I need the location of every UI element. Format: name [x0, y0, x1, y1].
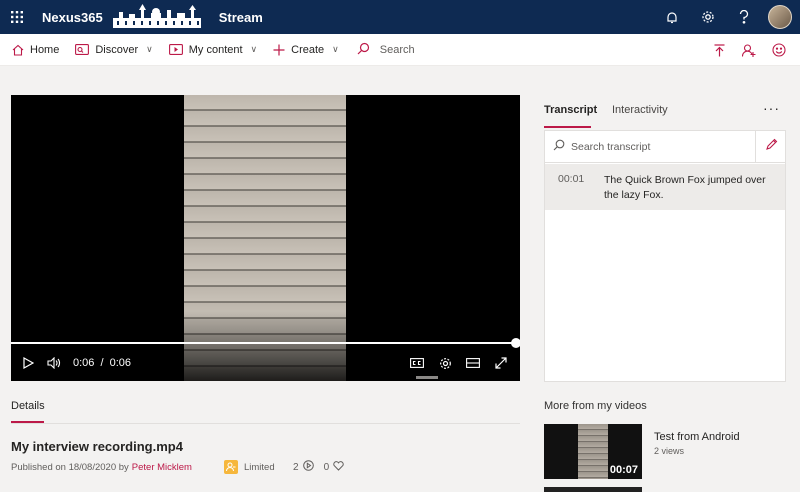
- current-time: 0:06: [73, 357, 95, 369]
- video-thumbnail[interactable]: [544, 487, 642, 492]
- chevron-down-icon: ∨: [332, 44, 339, 54]
- transcript-search-placeholder: Search transcript: [571, 140, 651, 153]
- related-video-views: 2 views: [654, 446, 685, 456]
- published-text: Published on 18/08/2020 by: [11, 461, 129, 473]
- time-display: 0:06 / 0:06: [73, 357, 131, 369]
- bell-icon[interactable]: [654, 0, 690, 34]
- tab-transcript-indicator: [544, 126, 591, 128]
- tab-transcript[interactable]: Transcript: [544, 104, 597, 116]
- discover-icon: [75, 44, 90, 55]
- permission-label: Limited: [244, 461, 275, 473]
- nav-home-label: Home: [30, 43, 60, 56]
- thumbnail-image: [578, 424, 608, 479]
- video-player[interactable]: 0:06 / 0:06: [11, 95, 520, 381]
- fullscreen-icon[interactable]: [488, 357, 514, 369]
- product-name[interactable]: Stream: [219, 10, 263, 25]
- chevron-down-icon: ∨: [146, 44, 153, 54]
- invite-user-icon[interactable]: [734, 43, 764, 57]
- video-thumbnail[interactable]: 00:07: [544, 424, 642, 479]
- side-panel: Transcript Interactivity ··· Search tran…: [544, 95, 786, 382]
- my-content-icon: [168, 44, 183, 55]
- more-options-icon[interactable]: ···: [763, 100, 780, 116]
- nav-create-label: Create: [291, 43, 325, 56]
- home-icon: [12, 44, 24, 56]
- permission-status[interactable]: Limited: [224, 460, 275, 474]
- author-link[interactable]: Peter Micklem: [132, 462, 192, 473]
- volume-icon[interactable]: [41, 357, 67, 369]
- divider: [11, 423, 520, 424]
- waffle-icon[interactable]: [0, 0, 34, 34]
- pencil-icon: [765, 138, 778, 156]
- org-name[interactable]: Nexus365: [42, 10, 103, 25]
- transcript-timestamp[interactable]: 00:01: [558, 173, 584, 185]
- heart-icon[interactable]: [333, 460, 344, 474]
- related-video-title[interactable]: Test from Android: [654, 431, 740, 443]
- more-from-heading: More from my videos: [544, 400, 647, 412]
- upload-icon[interactable]: [704, 43, 734, 57]
- gear-icon[interactable]: [690, 0, 726, 34]
- nav-my-content[interactable]: My content ∨: [161, 34, 265, 66]
- settings-icon[interactable]: [432, 357, 458, 370]
- chevron-down-icon: ∨: [250, 44, 258, 54]
- nav-search-placeholder: Search: [379, 43, 415, 56]
- search-icon: [553, 139, 565, 154]
- tab-interactivity[interactable]: Interactivity: [612, 104, 668, 116]
- limited-icon: [224, 460, 238, 474]
- video-title: My interview recording.mp4: [11, 439, 183, 454]
- tab-details[interactable]: Details: [11, 400, 45, 412]
- likes-count: 0: [323, 461, 330, 473]
- plus-icon: [273, 44, 285, 56]
- transcript-text: The Quick Brown Fox jumped over the lazy…: [604, 174, 766, 201]
- search-icon: [357, 42, 370, 58]
- nav-discover-label: Discover: [95, 43, 139, 56]
- transcript-pane: Search transcript 00:01 The Quick Brown …: [544, 130, 786, 382]
- time-separator: /: [100, 357, 104, 369]
- nav-home[interactable]: Home: [4, 34, 67, 66]
- nav-bar: Home Discover ∨ My content ∨ Create ∨ Se…: [0, 34, 800, 66]
- video-stats: 2 0: [293, 460, 344, 474]
- views-count: 2: [293, 461, 299, 473]
- edit-transcript-button[interactable]: [755, 131, 786, 163]
- thumbnail-duration: 00:07: [609, 464, 638, 476]
- play-icon[interactable]: [15, 357, 41, 369]
- nav-search[interactable]: Search: [357, 42, 415, 58]
- progress-bar[interactable]: [11, 342, 516, 344]
- avatar[interactable]: [768, 5, 792, 29]
- progress-handle[interactable]: [511, 338, 520, 348]
- player-controls: 0:06 / 0:06: [11, 351, 520, 375]
- smiley-icon[interactable]: [764, 43, 794, 57]
- captions-icon[interactable]: [404, 358, 430, 368]
- nav-create[interactable]: Create ∨: [265, 34, 347, 66]
- nav-discover[interactable]: Discover ∨: [67, 34, 160, 66]
- help-icon[interactable]: [726, 0, 762, 34]
- skyline-logo: [112, 4, 201, 28]
- panel-tabs: Transcript Interactivity ···: [544, 95, 786, 128]
- views-icon: [302, 460, 314, 474]
- video-meta: Published on 18/08/2020 by Peter Micklem…: [11, 460, 520, 474]
- theater-mode-icon[interactable]: [460, 358, 486, 368]
- top-bar: Nexus365 Stream: [0, 0, 800, 34]
- captions-active-indicator: [416, 376, 438, 379]
- nav-my-content-label: My content: [188, 43, 243, 56]
- transcript-line[interactable]: 00:01 The Quick Brown Fox jumped over th…: [545, 164, 785, 210]
- transcript-search[interactable]: Search transcript: [545, 131, 755, 163]
- duration: 0:06: [109, 357, 132, 369]
